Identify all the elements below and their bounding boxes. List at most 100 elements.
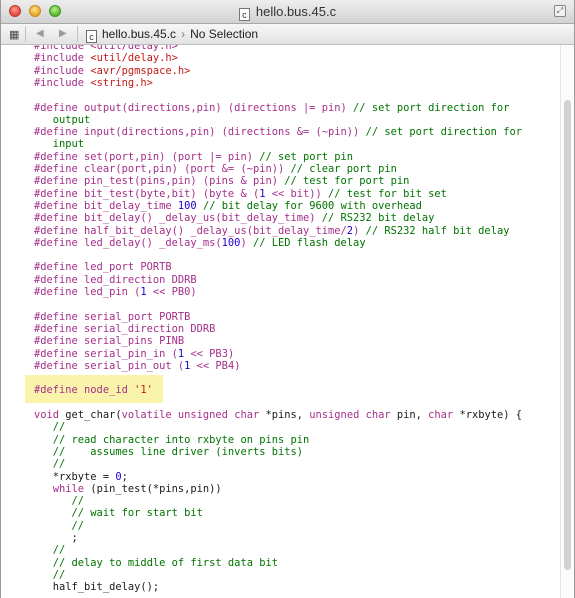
code-token: // test for port pin xyxy=(284,175,410,188)
vertical-scrollbar[interactable] xyxy=(560,45,574,598)
code-line: #define serial_port PORTB xyxy=(34,311,190,323)
code-line: #define serial_pin_in (1 << PB3) xyxy=(34,348,234,360)
code-line: #define serial_pins PINB xyxy=(34,335,184,347)
code-line: #define bit_test(byte,bit) (byte & (1 <<… xyxy=(34,188,447,200)
code-line: // xyxy=(34,458,66,470)
breadcrumb: c hello.bus.45.c › No Selection xyxy=(86,27,258,43)
title-bar: c hello.bus.45.c ⤢ xyxy=(1,0,574,24)
code-token: // RS232 bit delay xyxy=(321,212,435,225)
code-token: void xyxy=(34,409,60,421)
code-line: #define led_pin (1 << PB0) xyxy=(34,286,197,298)
breadcrumb-file[interactable]: hello.bus.45.c xyxy=(102,27,176,41)
code-token: #define led_direction DDRB xyxy=(34,273,197,286)
code-token: #include <util/delay.h> xyxy=(34,45,178,52)
code-token: *pins, xyxy=(259,409,310,421)
code-line: #include <string.h> xyxy=(34,77,153,89)
code-token: // clear port pin xyxy=(290,163,397,175)
code-editor[interactable]: #include <util/delay.h> #include <util/de… xyxy=(1,45,561,598)
code-token: // xyxy=(34,568,66,581)
code-line: #include <util/delay.h> xyxy=(34,52,178,64)
code-line: output xyxy=(34,113,91,126)
code-token: // xyxy=(34,519,85,532)
code-token: ) xyxy=(240,236,253,249)
code-line: *rxbyte = 0; xyxy=(34,471,128,483)
code-token: #define set(port,pin) (port |= pin) xyxy=(34,150,260,163)
code-token: #define pin_test(pins,pin) (pins & pin) xyxy=(34,175,285,188)
code-token: // assumes line driver (inverts bits) xyxy=(34,445,303,458)
forward-arrow-icon[interactable]: ▶ xyxy=(59,28,67,39)
code-line: ; xyxy=(34,532,78,544)
back-arrow-icon[interactable]: ◀ xyxy=(36,28,44,39)
code-token: half_bit_delay(); xyxy=(34,581,160,594)
code-token: #define bit_delay() _delay_us(bit_delay_… xyxy=(34,212,322,225)
scrollbar-thumb[interactable] xyxy=(564,100,571,570)
code-token: // read character into rxbyte on pins pi… xyxy=(34,433,310,446)
code-token: *rxbyte = xyxy=(34,470,116,483)
code-line: #define clear(port,pin) (port &= (~pin))… xyxy=(34,163,397,175)
code-line: #define bit_delay_time 100 // bit delay … xyxy=(34,200,422,212)
code-token: // xyxy=(34,495,85,508)
code-line: #define serial_pin_out (1 << PB4) xyxy=(34,360,240,372)
code-token: get_char( xyxy=(59,409,122,421)
code-token: #define serial_pin_out ( xyxy=(34,359,185,372)
code-token: << PB0) xyxy=(146,286,197,298)
code-token: #include xyxy=(34,76,91,89)
code-token: << PB3) xyxy=(184,347,235,360)
related-items-grid-icon[interactable]: ▦ xyxy=(9,28,19,41)
code-token: #define bit_test(byte,bit) (byte & ( xyxy=(34,187,260,200)
code-token: #define output(directions,pin) (directio… xyxy=(34,101,354,114)
code-line: // xyxy=(34,495,85,508)
code-token: // set port pin xyxy=(259,150,354,163)
code-token: // bit delay for 9600 with overhead xyxy=(202,199,422,212)
code-token: <util/delay.h> xyxy=(90,52,178,65)
code-line: #define bit_delay() _delay_us(bit_delay_… xyxy=(34,212,434,224)
jump-bar-divider xyxy=(77,26,78,42)
code-line: #define half_bit_delay() _delay_us(bit_d… xyxy=(34,225,509,237)
code-token: output xyxy=(34,113,91,126)
code-token: ; xyxy=(121,470,128,483)
code-token: // set port direction for xyxy=(353,101,510,114)
code-line: // xyxy=(34,519,85,532)
code-line: // delay to middle of first data bit xyxy=(34,557,278,569)
code-token: #include xyxy=(34,52,91,65)
code-line: // read character into rxbyte on pins pi… xyxy=(34,433,310,446)
code-token: while xyxy=(52,482,85,495)
code-line: #define led_delay() _delay_ms(100) // LE… xyxy=(34,237,366,249)
code-line: #define serial_direction DDRB xyxy=(34,323,215,335)
code-token: #define serial_port PORTB xyxy=(34,310,191,323)
code-token: volatile unsigned char xyxy=(121,409,260,421)
code-token: << PB4) xyxy=(190,359,241,372)
c-file-icon: c xyxy=(238,8,250,21)
code-token: // test for bit set xyxy=(328,187,447,200)
code-line: // xyxy=(34,544,66,556)
code-token: input xyxy=(34,138,85,151)
code-token: #define led_port PORTB xyxy=(34,261,172,274)
code-token: << bit)) xyxy=(265,187,329,200)
code-token: 100 xyxy=(221,236,241,249)
code-line: #include <avr/pgmspace.h> xyxy=(34,65,190,77)
c-file-icon: c xyxy=(86,30,97,43)
code-line: void get_char(volatile unsigned char *pi… xyxy=(34,409,522,421)
code-token: #define led_delay() _delay_ms( xyxy=(34,236,222,249)
code-token: *rxbyte) { xyxy=(453,409,523,421)
code-line: #define node_id '1' xyxy=(34,384,153,396)
code-token: // delay to middle of first data bit xyxy=(34,556,278,569)
code-token: #define clear(port,pin) (port &= (~pin)) xyxy=(34,163,291,175)
code-line: #define pin_test(pins,pin) (pins & pin) … xyxy=(34,175,409,187)
code-token: (pin_test(*pins,pin)) xyxy=(84,482,222,495)
code-token: pin, xyxy=(390,409,429,421)
code-token: ) xyxy=(353,224,366,237)
code-token: #define half_bit_delay() _delay_us(bit_d… xyxy=(34,224,347,237)
code-token: #define node_id xyxy=(34,384,135,397)
code-token: // RS232 half bit delay xyxy=(365,224,510,237)
fullscreen-icon[interactable]: ⤢ xyxy=(554,5,566,17)
jump-bar-divider xyxy=(25,26,26,42)
code-token: // set port direction for xyxy=(365,126,522,139)
chevron-right-icon: › xyxy=(181,27,186,41)
editor-window: c hello.bus.45.c ⤢ ▦ ◀ ▶ c hello.bus.45.c ›… xyxy=(0,0,575,598)
code-line: // xyxy=(34,421,66,433)
breadcrumb-selection[interactable]: No Selection xyxy=(190,27,258,41)
code-token: 100 xyxy=(177,199,197,212)
code-token: #define serial_pin_in ( xyxy=(34,347,178,360)
code-line: // wait for start bit xyxy=(34,507,203,519)
